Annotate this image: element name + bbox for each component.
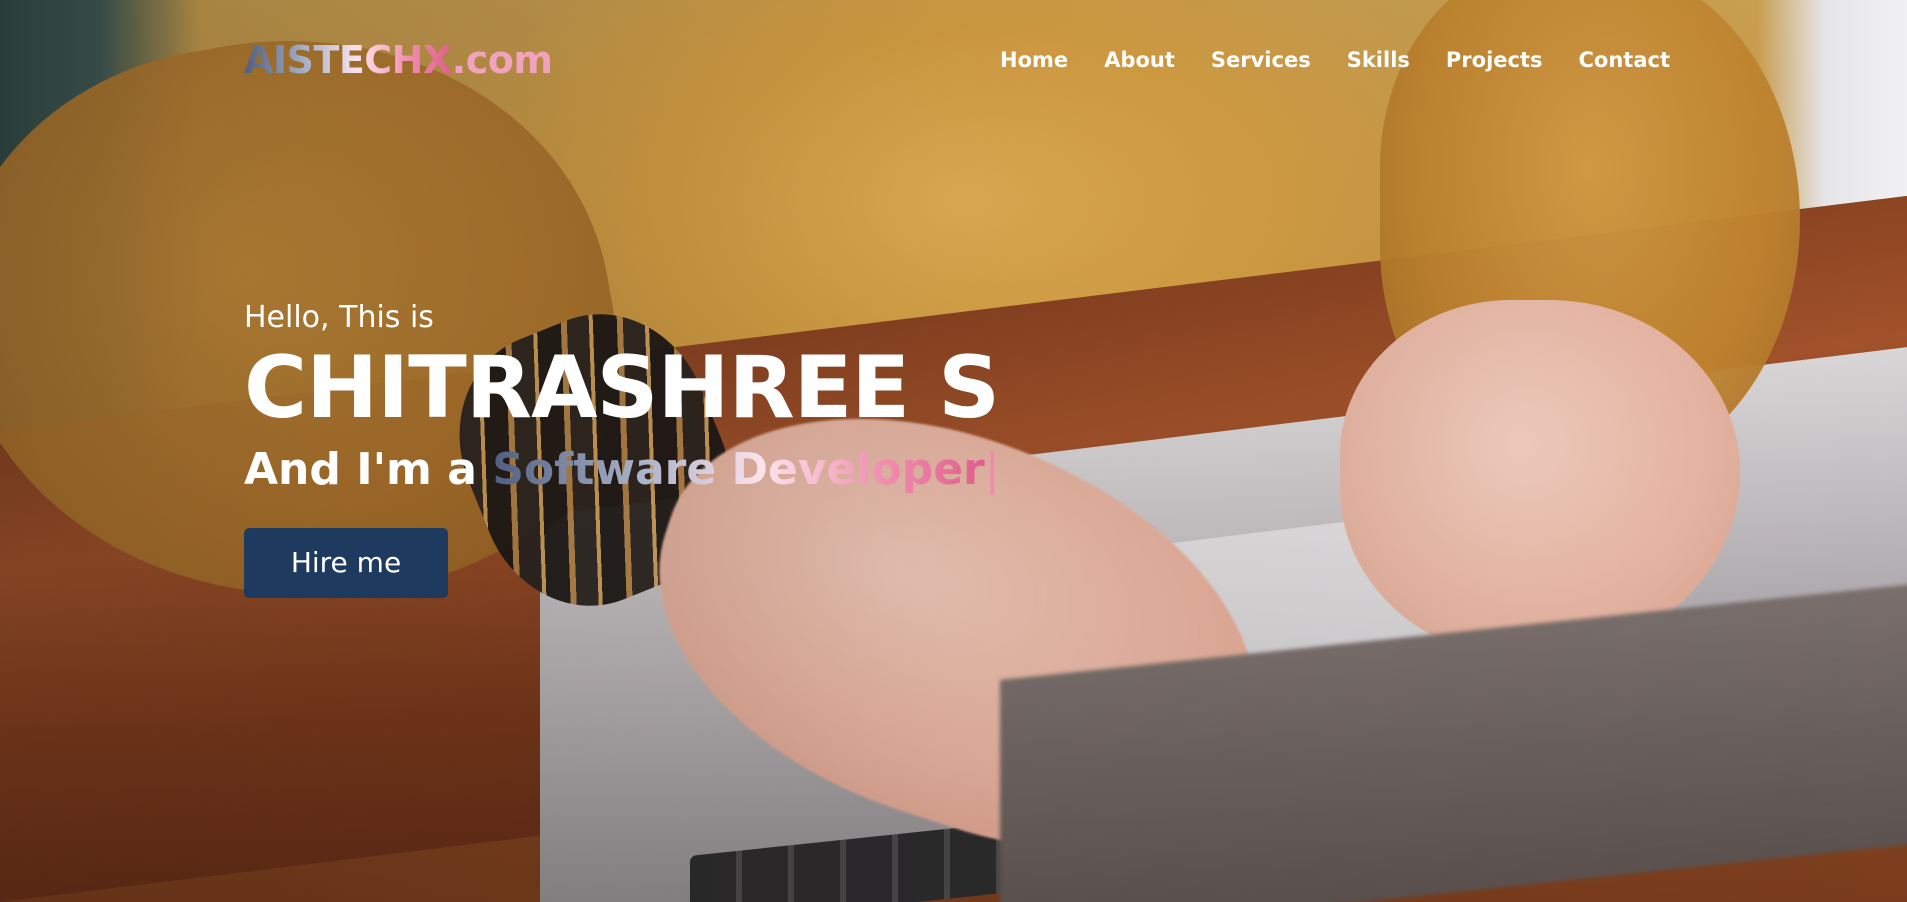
typed-role-text: Software Developer — [492, 444, 985, 495]
site-logo[interactable]: AISTECHX.com — [244, 38, 553, 82]
hero-content: Hello, This is CHITRASHREE S And I'm a S… — [244, 298, 1000, 598]
nav-link-skills[interactable]: Skills — [1347, 48, 1410, 72]
hire-me-button[interactable]: Hire me — [244, 528, 448, 598]
nav-link-services[interactable]: Services — [1211, 48, 1311, 72]
hero-section: AISTECHX.com Home About Services Skills … — [0, 0, 1907, 902]
nav-link-contact[interactable]: Contact — [1579, 48, 1671, 72]
hero-name: CHITRASHREE S — [244, 338, 1000, 438]
nav-link-home[interactable]: Home — [1000, 48, 1068, 72]
hero-tagline: And I'm a Software Developer| — [244, 442, 1000, 498]
tagline-prefix: And I'm a — [244, 444, 493, 495]
typing-cursor: | — [984, 444, 1000, 495]
hero-greeting: Hello, This is — [244, 300, 434, 335]
nav-link-about[interactable]: About — [1104, 48, 1175, 72]
logo-main-text: AISTECHX — [244, 38, 452, 82]
logo-domain-suffix: .com — [451, 38, 553, 82]
navbar: AISTECHX.com Home About Services Skills … — [0, 0, 1907, 125]
nav-menu: Home About Services Skills Projects Cont… — [964, 48, 1670, 72]
nav-link-projects[interactable]: Projects — [1446, 48, 1543, 72]
